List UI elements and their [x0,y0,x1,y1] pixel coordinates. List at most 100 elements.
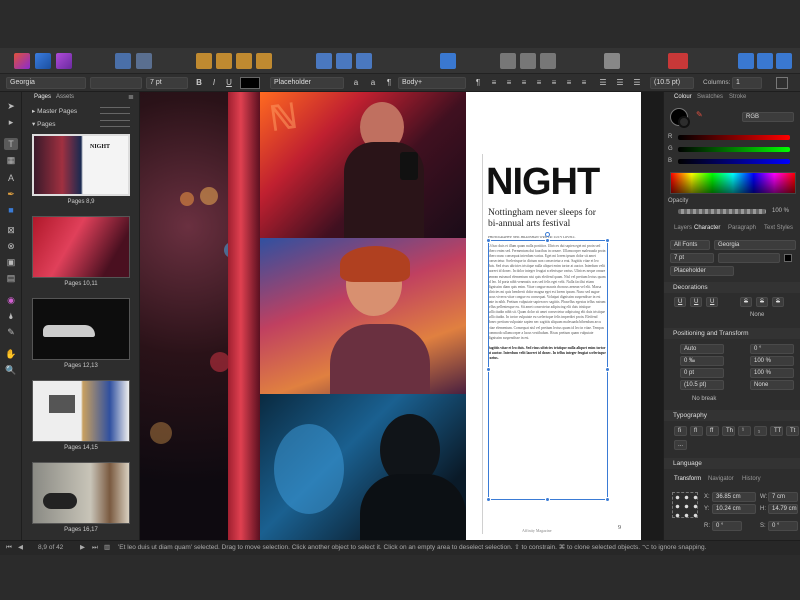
numbered-list-icon[interactable]: ☰ [614,77,626,89]
typo-th-button[interactable]: Th [722,426,735,436]
x-field[interactable]: 36.85 cm [712,492,756,502]
font-weight-select[interactable] [718,253,780,263]
leading-field[interactable]: (10.5 pt) [680,380,724,390]
letter-a-icon[interactable]: a [367,77,379,89]
color-picker-tool-icon[interactable]: ✎ [4,326,18,338]
color-spectrum[interactable] [670,172,796,194]
typo-subscript-button[interactable]: ₁ [754,426,767,436]
resize-handle[interactable] [486,238,491,243]
photo-woman-phone[interactable]: ℕ [260,92,466,238]
move-tool-icon[interactable]: ➤ [4,100,18,112]
page-thumb-16-17[interactable] [32,462,130,524]
rotate-icon[interactable] [356,53,372,69]
photo-credit[interactable]: PHOTOGRAPHY: NEIL BRADSHAW WRITER: LUCY … [488,235,618,239]
tab-pages[interactable]: Pages [34,94,51,100]
artistic-text-tool-icon[interactable]: A [4,172,18,184]
character-style-icon[interactable]: a [350,77,362,89]
justify-icon[interactable]: ≡ [533,77,545,89]
arrange-front-icon[interactable] [256,53,272,69]
page-thumb-8-9[interactable]: NIGHT [32,134,130,196]
justify-last-icon[interactable]: ≡ [563,77,575,89]
selection-box[interactable] [488,240,608,500]
typo-fi-button[interactable]: fi [674,426,687,436]
anchor-point-selector[interactable] [672,492,698,518]
page-indicator[interactable]: 8,9 of 42 [38,541,63,555]
color-model-select[interactable]: RGB [742,112,794,122]
opacity-value[interactable]: 100 % [772,208,789,214]
assets-icon[interactable] [136,53,152,69]
tab-swatches[interactable]: Swatches [697,94,723,100]
style-select[interactable]: Placeholder [670,266,734,276]
bullet-list-icon[interactable]: ☰ [597,77,609,89]
eyedropper-icon[interactable]: ✎ [696,110,703,119]
rotation-field[interactable]: None [750,380,794,390]
font-weight-field[interactable] [90,77,142,89]
insert-ellipse-icon[interactable] [520,53,536,69]
tab-navigator[interactable]: Navigator [708,476,734,482]
baseline-field[interactable]: 0 pt [680,368,724,378]
typo-allcaps-button[interactable]: TT [770,426,783,436]
leading-field[interactable]: (10.5 pt) [650,77,694,89]
rectangle-tool-icon[interactable]: ■ [4,204,18,216]
kerning-field[interactable]: Auto [680,344,724,354]
first-page-icon[interactable]: ⏮ [6,541,12,555]
arrange-backward-icon[interactable] [216,53,232,69]
designer-persona-icon[interactable] [35,53,51,69]
frame-text-tool-icon[interactable]: T [4,138,18,150]
italic-button[interactable]: I [208,77,220,89]
align-left-icon[interactable]: ≡ [488,77,500,89]
publisher-persona-icon[interactable] [14,53,30,69]
boolean-add-icon[interactable] [738,53,754,69]
no-break-label[interactable]: No break [692,396,716,402]
paragraph-style-field[interactable]: Body+ [398,77,466,89]
tab-text-styles[interactable]: Text Styles [764,225,793,231]
decoration-underline-double-button[interactable]: U [690,297,702,307]
font-size-field[interactable]: 7 pt [146,77,188,89]
text-color-swatch[interactable] [240,77,260,89]
insert-frame-icon[interactable] [500,53,516,69]
justify-force-icon[interactable]: ≡ [578,77,590,89]
resize-handle[interactable] [545,238,550,243]
resize-handle[interactable] [605,497,610,502]
typo-superscript-button[interactable]: ¹ [738,426,751,436]
photo-persona-icon[interactable] [56,53,72,69]
home-icon[interactable] [115,53,131,69]
preflight-icon[interactable] [668,53,688,69]
typo-fl-button[interactable]: fl [690,426,703,436]
decoration-strike-double-button[interactable]: S [756,297,768,307]
place-image-tool-icon[interactable]: ▤ [4,272,18,284]
typo-ff-button[interactable]: ff [706,426,719,436]
r-field[interactable]: 0 ° [712,521,742,531]
tracking-field[interactable]: 0 ‰ [680,356,724,366]
positioning-header[interactable]: Positioning and Transform [664,328,800,339]
page-controls[interactable] [100,120,130,127]
tab-colour[interactable]: Colour [674,94,692,100]
prev-page-icon[interactable]: ◀ [18,541,23,555]
boolean-subtract-icon[interactable] [757,53,773,69]
arrange-forward-icon[interactable] [236,53,252,69]
stroke-color-circle[interactable] [678,116,690,128]
page-thumb-12-13[interactable] [32,298,130,360]
picture-frame-tool-icon[interactable]: ⊠ [4,224,18,236]
decoration-underline-button[interactable]: U [674,297,686,307]
document-canvas[interactable]: ℕ NIGHT Nottingham never sleeps for bi-a… [140,92,663,540]
character-style-field[interactable]: Placeholder [270,77,344,89]
resize-handle[interactable] [605,367,610,372]
zoom-tool-icon[interactable]: 🔍 [4,364,18,376]
boolean-intersect-icon[interactable] [776,53,792,69]
typography-header[interactable]: Typography [664,410,800,421]
columns-field[interactable]: 1 [732,77,762,89]
master-page-controls[interactable] [100,107,130,114]
resize-handle[interactable] [545,497,550,502]
next-page-icon[interactable]: ▶ [80,541,85,555]
font-size-select[interactable]: 7 pt [670,253,714,263]
scale-x-field[interactable]: 100 % [750,356,794,366]
blue-slider[interactable] [678,159,790,164]
skew-field[interactable]: 0 ° [750,344,794,354]
vector-crop-tool-icon[interactable]: ▣ [4,256,18,268]
page-subtitle[interactable]: Nottingham never sleeps for bi-annual ar… [488,208,608,230]
transparency-tool-icon[interactable]: 🌢 [4,310,18,322]
panel-menu-icon[interactable]: ≣ [128,93,134,101]
s-field[interactable]: 0 ° [768,521,798,531]
align-right-icon[interactable]: ≡ [518,77,530,89]
